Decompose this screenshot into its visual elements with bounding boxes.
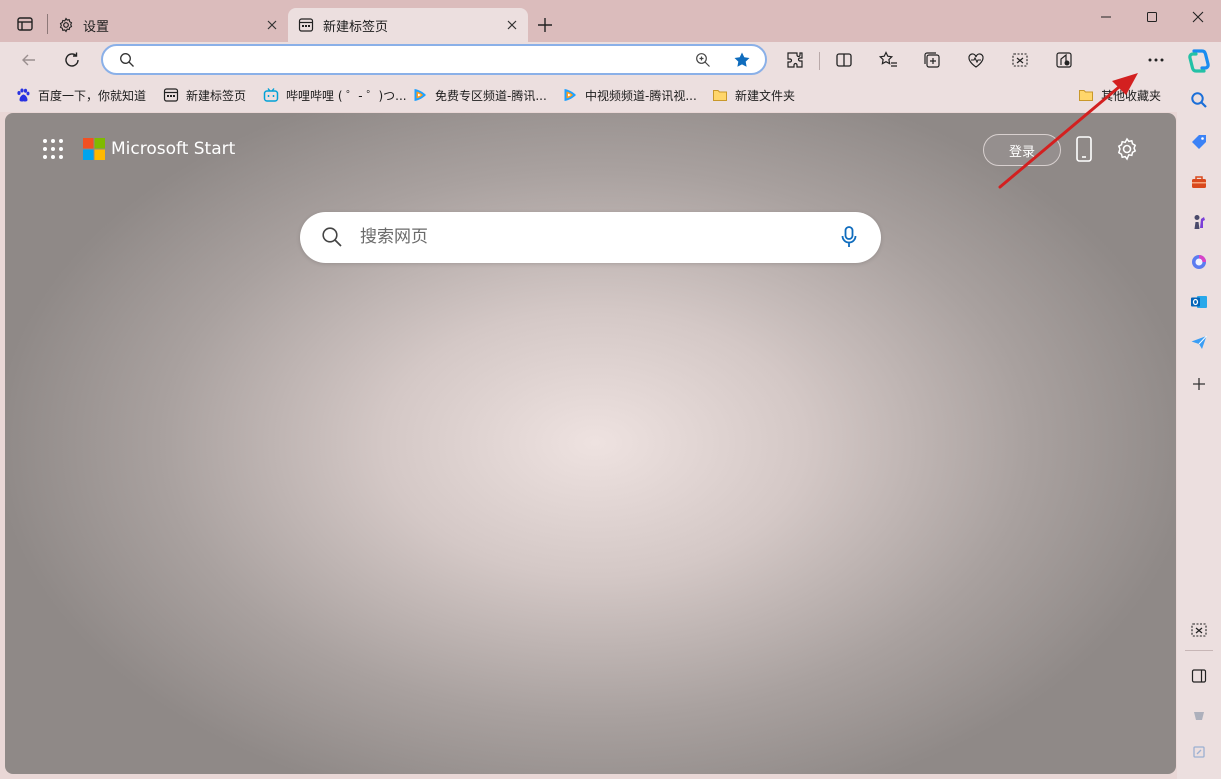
hide-sidebar-icon[interactable] — [1189, 666, 1209, 686]
brand-name: Microsoft Start — [111, 139, 236, 159]
microsoft-start-logo[interactable]: Microsoft Start — [83, 137, 235, 161]
edge-sidebar — [1177, 42, 1221, 779]
close-window-button[interactable] — [1175, 6, 1221, 28]
tab-strip: 设置 新建标签页 — [0, 0, 1221, 42]
phone-icon[interactable] — [1074, 135, 1094, 163]
tray-app-icon[interactable] — [1189, 742, 1209, 762]
bookmark-folder[interactable]: 新建文件夹 — [712, 85, 795, 105]
performance-icon[interactable] — [1054, 50, 1074, 70]
maximize-button[interactable] — [1129, 6, 1175, 28]
search-icon[interactable] — [1189, 90, 1209, 110]
zoom-icon[interactable] — [695, 52, 711, 68]
drop-send-icon[interactable] — [1189, 332, 1209, 352]
bookmark-label: 新建标签页 — [186, 88, 247, 103]
collections-icon[interactable] — [922, 50, 942, 70]
sign-in-button[interactable]: 登录 — [983, 134, 1061, 166]
close-tab-icon[interactable] — [504, 17, 520, 33]
tab-title: 设置 — [83, 19, 110, 35]
folder-icon — [712, 87, 728, 103]
app-launcher-icon[interactable] — [42, 138, 64, 160]
microsoft-365-icon[interactable] — [1189, 252, 1209, 272]
new-tab-page: Microsoft Start 登录 — [5, 113, 1176, 774]
other-favorites-folder[interactable]: 其他收藏夹 — [1078, 85, 1161, 105]
tab-actions-icon[interactable] — [16, 15, 34, 33]
sidebar-divider — [1185, 650, 1213, 651]
bookmark-item[interactable]: 新建标签页 — [163, 85, 246, 105]
bookmark-label: 免费专区频道-腾讯... — [435, 88, 547, 103]
copilot-icon[interactable] — [1186, 48, 1212, 74]
tools-toolbox-icon[interactable] — [1189, 172, 1209, 192]
new-tab-icon — [298, 17, 314, 33]
bookmark-label: 其他收藏夹 — [1101, 88, 1162, 103]
favorites-bar: 百度一下，你就知道 新建标签页 哔哩哔哩 ( ゜- ゜)つ... 免费专区频道-… — [0, 78, 1177, 112]
bilibili-icon — [263, 87, 279, 103]
bookmark-label: 哔哩哔哩 ( ゜- ゜)つ... — [286, 88, 407, 103]
back-arrow-icon[interactable] — [19, 50, 39, 70]
favorites-icon[interactable] — [878, 50, 898, 70]
refresh-icon[interactable] — [62, 50, 82, 70]
search-icon — [321, 226, 343, 248]
page-settings-gear-icon[interactable] — [1115, 137, 1139, 161]
favorite-star-icon[interactable] — [733, 51, 751, 69]
address-input[interactable] — [143, 49, 683, 71]
more-options-icon[interactable] — [1146, 50, 1166, 70]
bookmark-label: 新建文件夹 — [735, 88, 796, 103]
bookmark-item[interactable]: 免费专区频道-腾讯... — [412, 85, 547, 105]
bookmark-item[interactable]: 中视频频道-腾讯视... — [562, 85, 697, 105]
tencent-video-icon — [412, 87, 428, 103]
tray-app-icon[interactable] — [1189, 706, 1209, 726]
search-icon — [119, 52, 135, 68]
web-search-input[interactable] — [358, 225, 798, 249]
browser-essentials-icon[interactable] — [966, 50, 986, 70]
web-capture-icon[interactable] — [1010, 50, 1030, 70]
microsoft-logo-icon — [83, 138, 105, 160]
new-tab-plus-icon[interactable] — [536, 16, 554, 34]
minimize-button[interactable] — [1083, 6, 1129, 28]
tab-new-tab[interactable]: 新建标签页 — [288, 8, 528, 42]
toolbar-divider — [819, 52, 820, 70]
outlook-icon[interactable] — [1189, 292, 1209, 312]
tencent-video-icon — [562, 87, 578, 103]
folder-icon — [1078, 87, 1094, 103]
bookmark-item[interactable]: 哔哩哔哩 ( ゜- ゜)つ... — [263, 85, 407, 105]
extensions-icon[interactable] — [785, 50, 805, 70]
tab-settings[interactable]: 设置 — [48, 8, 288, 42]
web-capture-icon[interactable] — [1189, 620, 1209, 640]
bookmark-item[interactable]: 百度一下，你就知道 — [15, 85, 146, 105]
games-chess-icon[interactable] — [1189, 212, 1209, 232]
gear-icon — [58, 17, 74, 33]
new-tab-icon — [163, 87, 179, 103]
split-screen-icon[interactable] — [834, 50, 854, 70]
microphone-icon[interactable] — [840, 225, 858, 249]
tab-title: 新建标签页 — [323, 19, 389, 35]
web-search-box[interactable] — [300, 212, 881, 263]
add-sidebar-app-icon[interactable] — [1189, 374, 1209, 394]
shopping-tag-icon[interactable] — [1189, 132, 1209, 152]
bookmark-label: 百度一下，你就知道 — [38, 88, 147, 103]
close-tab-icon[interactable] — [264, 17, 280, 33]
bookmark-label: 中视频频道-腾讯视... — [585, 88, 697, 103]
address-bar[interactable] — [101, 44, 767, 75]
baidu-paw-icon — [15, 87, 31, 103]
